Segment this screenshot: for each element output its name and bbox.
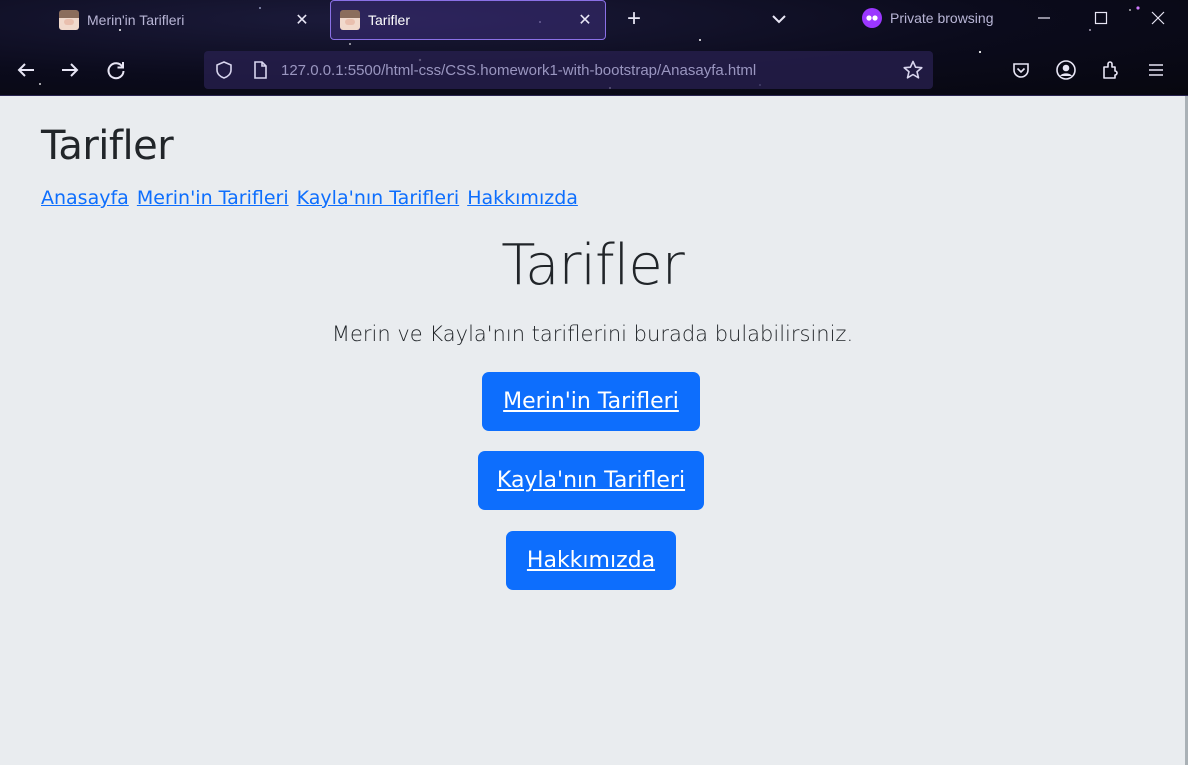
favicon-icon [340, 10, 360, 30]
nav-link-hakkimizda[interactable]: Hakkımızda [467, 187, 578, 209]
back-icon[interactable] [13, 57, 39, 83]
forward-icon[interactable] [57, 57, 83, 83]
browser-chrome: Merin'in Tarifleri ✕ Tarifler ✕ + Privat… [0, 0, 1188, 96]
hero-lead: Merin ve Kayla'nın tariflerini burada bu… [331, 322, 854, 346]
star-icon[interactable] [902, 59, 924, 81]
site-brand: Tarifler [41, 123, 174, 169]
nav-link-kayla[interactable]: Kayla'nın Tarifleri [297, 187, 460, 209]
menu-icon[interactable] [1144, 58, 1168, 82]
tab-tarifler[interactable]: Tarifler ✕ [330, 0, 606, 40]
merin-recipes-button[interactable]: Merin'in Tarifleri [482, 372, 700, 431]
page-content: Tarifler Anasayfa Merin'in Tarifleri Kay… [0, 96, 1185, 765]
url-text[interactable]: 127.0.0.1:5500/html-css/CSS.homework1-wi… [281, 62, 756, 79]
maximize-icon[interactable] [1086, 6, 1116, 30]
tab-title: Merin'in Tarifleri [87, 12, 185, 28]
site-nav: Anasayfa Merin'in Tarifleri Kayla'nın Ta… [41, 187, 580, 209]
kayla-recipes-button[interactable]: Kayla'nın Tarifleri [478, 451, 704, 510]
nav-link-anasayfa[interactable]: Anasayfa [41, 187, 129, 209]
url-bar[interactable]: 127.0.0.1:5500/html-css/CSS.homework1-wi… [204, 51, 933, 89]
tab-title: Tarifler [368, 12, 411, 28]
about-button[interactable]: Hakkımızda [506, 531, 676, 590]
minimize-icon[interactable] [1029, 6, 1059, 30]
close-tab-icon[interactable]: ✕ [290, 10, 314, 30]
extensions-icon[interactable] [1099, 58, 1123, 82]
account-icon[interactable] [1054, 58, 1078, 82]
reload-icon[interactable] [103, 57, 129, 83]
new-tab-icon[interactable]: + [620, 6, 648, 34]
nav-link-merin[interactable]: Merin'in Tarifleri [137, 187, 289, 209]
list-tabs-icon[interactable] [768, 8, 790, 30]
private-browsing-indicator: Private browsing [862, 8, 994, 28]
pocket-icon[interactable] [1009, 58, 1033, 82]
private-mask-icon [862, 8, 882, 28]
tab-merins-recipes[interactable]: Merin'in Tarifleri ✕ [50, 0, 322, 40]
close-tab-icon[interactable]: ✕ [573, 10, 597, 30]
private-browsing-label: Private browsing [890, 10, 994, 26]
shield-icon[interactable] [214, 60, 234, 80]
page-icon[interactable] [250, 60, 270, 80]
favicon-icon [59, 10, 79, 30]
hero-title: Tarifler [501, 233, 685, 298]
close-icon[interactable] [1143, 6, 1173, 30]
